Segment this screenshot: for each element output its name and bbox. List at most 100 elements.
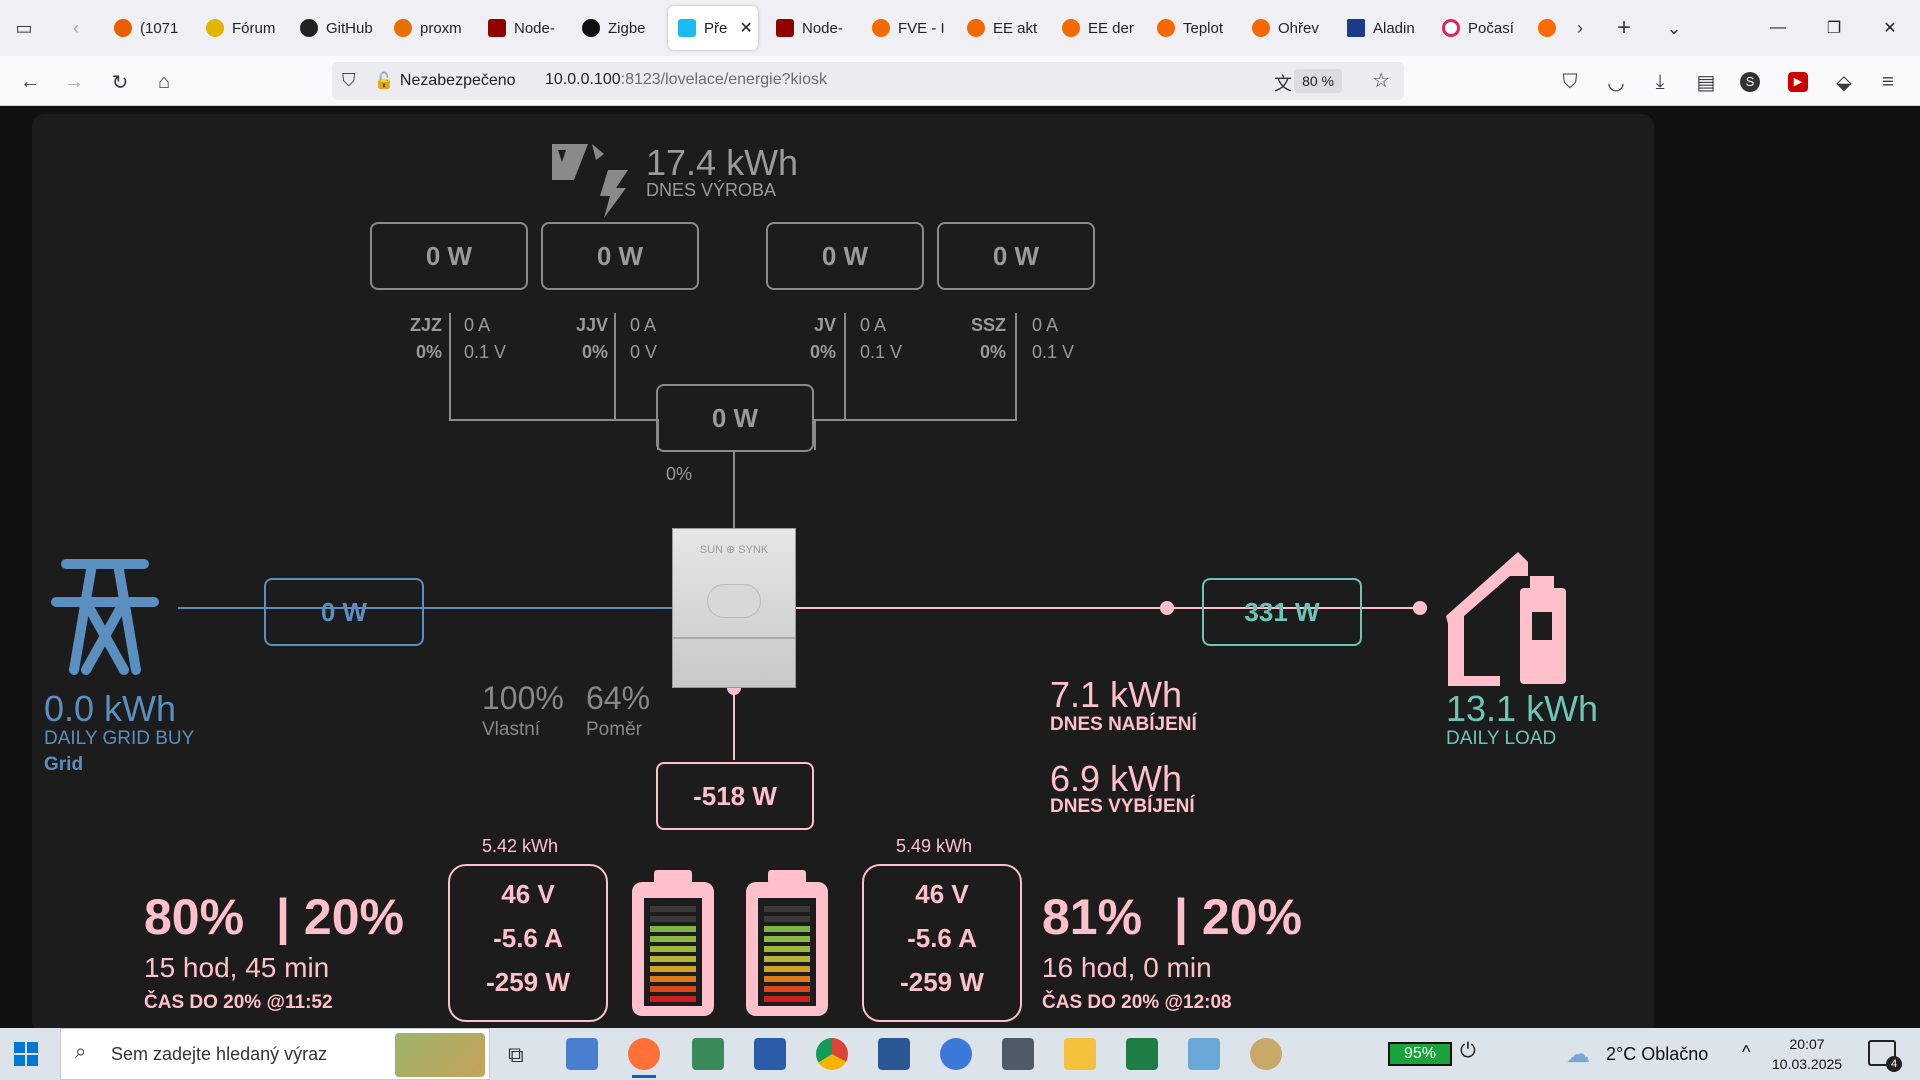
battery-level-bar	[650, 946, 696, 952]
solar-today-value: 17.4 kWh	[646, 142, 799, 183]
close-tab-icon[interactable]: ✕	[739, 18, 752, 38]
home-icon[interactable]: ⌂	[148, 66, 180, 98]
app-icon[interactable]	[940, 1038, 972, 1070]
save-to-pocket-icon[interactable]: ⛉	[1554, 66, 1586, 98]
tab-5[interactable]: Node-	[478, 6, 560, 50]
battery1-min-soc: | 20%	[276, 889, 404, 945]
taskbar-clock[interactable]: 20:07 10.03.2025	[1772, 1034, 1842, 1074]
minimize-icon[interactable]: —	[1762, 12, 1794, 44]
pv-string-ssz-power[interactable]: 0 W	[937, 222, 1095, 290]
account-icon[interactable]: S	[1734, 66, 1766, 98]
task-view-icon[interactable]: ⧉	[508, 1042, 524, 1068]
tab-2[interactable]: Fórum	[196, 6, 278, 50]
pocket-icon[interactable]: ◡	[1600, 66, 1632, 98]
battery2-min-soc: | 20%	[1174, 889, 1302, 945]
file-explorer-icon[interactable]	[1064, 1038, 1096, 1070]
tab-favicon-icon	[114, 19, 132, 37]
show-hidden-icons-icon[interactable]: ^	[1742, 1042, 1750, 1063]
network-app-icon[interactable]	[566, 1038, 598, 1070]
chrome-taskbar-icon[interactable]	[816, 1038, 848, 1070]
pv-string-ssz-electrical: 0 A 0.1 V	[1032, 315, 1075, 362]
reload-icon[interactable]: ↻	[104, 66, 136, 98]
tab-4[interactable]: proxm	[384, 6, 466, 50]
battery-level-bar	[650, 976, 696, 982]
tab-active[interactable]: Pře ✕	[668, 6, 758, 50]
weather-text[interactable]: 2°C Oblačno	[1606, 1044, 1708, 1065]
windows-start-icon[interactable]	[14, 1042, 38, 1066]
tab-6[interactable]: Zigbe	[572, 6, 654, 50]
pv-string-zjz-power[interactable]: 0 W	[370, 222, 528, 290]
youtube-extension-icon[interactable]: ▶	[1782, 66, 1814, 98]
forward-icon[interactable]: →	[58, 66, 90, 98]
battery2-stats[interactable]: 46 V -5.6 A -259 W	[862, 864, 1022, 1022]
grid-power[interactable]: 0 W	[264, 578, 424, 646]
firefox-view-icon[interactable]: ▭	[10, 14, 38, 42]
app-icon[interactable]	[692, 1038, 724, 1070]
tab-1[interactable]: (1071	[104, 6, 184, 50]
battery-power[interactable]: -518 W	[656, 762, 814, 830]
zoom-indicator[interactable]: 80 %	[1294, 69, 1342, 93]
battery-level-bar	[764, 926, 810, 932]
inverter-image[interactable]: SUN ⊕ SYNK	[672, 528, 796, 688]
url-bar[interactable]: ⛉ 🔓 Nezabezpečeno 10.0.0.100:8123/lovela…	[332, 62, 1404, 100]
battery-indicator[interactable]: 95%	[1388, 1042, 1452, 1066]
plug-icon: ⏻	[1460, 1040, 1476, 1062]
reader-view-icon[interactable]: ▤	[1690, 66, 1722, 98]
site-security-indicator[interactable]: 🔓 Nezabezpečeno	[374, 68, 516, 94]
calculator-icon[interactable]	[1002, 1038, 1034, 1070]
tab-scroll-left-icon[interactable]: ‹	[62, 14, 90, 42]
close-window-icon[interactable]: ✕	[1874, 12, 1906, 44]
tab-3[interactable]: GitHub	[290, 6, 372, 50]
tab-12[interactable]: Teplot	[1147, 6, 1237, 50]
battery2-soc: 81%	[1042, 889, 1143, 945]
new-tab-icon[interactable]: +	[1610, 14, 1638, 42]
menu-icon[interactable]: ≡	[1872, 66, 1904, 98]
discharge-today-value: 6.9 kWh	[1050, 758, 1183, 799]
battery2-energy: 5.49 kWh	[896, 836, 973, 856]
paint-app-icon[interactable]	[1250, 1038, 1282, 1070]
back-icon[interactable]: ←	[14, 66, 46, 98]
notifications-icon[interactable]: 4	[1868, 1040, 1902, 1072]
battery-level-bar	[650, 936, 696, 942]
search-highlight-image	[395, 1033, 485, 1077]
tab-9[interactable]: FVE - I	[862, 6, 952, 50]
tab-14[interactable]: Aladin	[1337, 6, 1427, 50]
inverter-brand: SUN ⊕ SYNK	[699, 544, 769, 556]
taskbar-search-box[interactable]: ⌕ Sem zadejte hledaný výraz	[60, 1028, 490, 1080]
grid-daily-label: DAILY GRID BUY	[44, 728, 195, 749]
battery-level-bar	[764, 906, 810, 912]
tab-13[interactable]: Ohřev	[1242, 6, 1332, 50]
app-icon[interactable]	[1188, 1038, 1220, 1070]
tab-scroll-right-icon[interactable]: ›	[1566, 14, 1594, 42]
tab-8[interactable]: Node-	[766, 6, 856, 50]
firefox-taskbar-icon[interactable]	[628, 1038, 660, 1078]
list-tabs-icon[interactable]: ⌄	[1660, 14, 1688, 42]
tab-11[interactable]: EE der	[1052, 6, 1142, 50]
battery1-stats[interactable]: 46 V -5.6 A -259 W	[448, 864, 608, 1022]
bookmark-star-icon[interactable]: ☆	[1372, 68, 1390, 93]
energy-dashboard: 17.4 kWh DNES VÝROBA 0 W 0 W 0 W 0 W ZJZ…	[0, 106, 1920, 1034]
url-text[interactable]: 10.0.0.100:8123/lovelace/energie?kiosk	[545, 71, 827, 89]
pv-total-power[interactable]: 0 W	[656, 384, 814, 452]
pv-string-jjv-power[interactable]: 0 W	[541, 222, 699, 290]
battery-level-bar	[764, 916, 810, 922]
inverter-display-icon	[707, 584, 761, 618]
restore-icon[interactable]: ❐	[1818, 12, 1850, 44]
tab-15[interactable]: Počasí	[1432, 6, 1522, 50]
weather-icon	[1442, 19, 1460, 37]
app-icon[interactable]	[754, 1038, 786, 1070]
battery-level-bar	[650, 986, 696, 992]
tab-10[interactable]: EE akt	[957, 6, 1047, 50]
spreadsheet-app-icon[interactable]	[1126, 1038, 1158, 1070]
tab-16[interactable]	[1528, 6, 1564, 50]
pv-string-jv-power[interactable]: 0 W	[766, 222, 924, 290]
battery2-eta: ČAS DO 20% @12:08	[1042, 992, 1232, 1013]
translate-icon[interactable]: 文	[1274, 70, 1292, 96]
save-app-icon[interactable]	[878, 1038, 910, 1070]
shield-icon[interactable]: ⛉	[342, 70, 356, 91]
cloud-icon[interactable]: ☁	[1566, 1040, 1590, 1069]
downloads-icon[interactable]: ⤓	[1644, 66, 1676, 98]
load-power[interactable]: 331 W	[1202, 578, 1362, 646]
extensions-icon[interactable]: ⬙	[1828, 66, 1860, 98]
node-red-icon	[776, 19, 794, 37]
